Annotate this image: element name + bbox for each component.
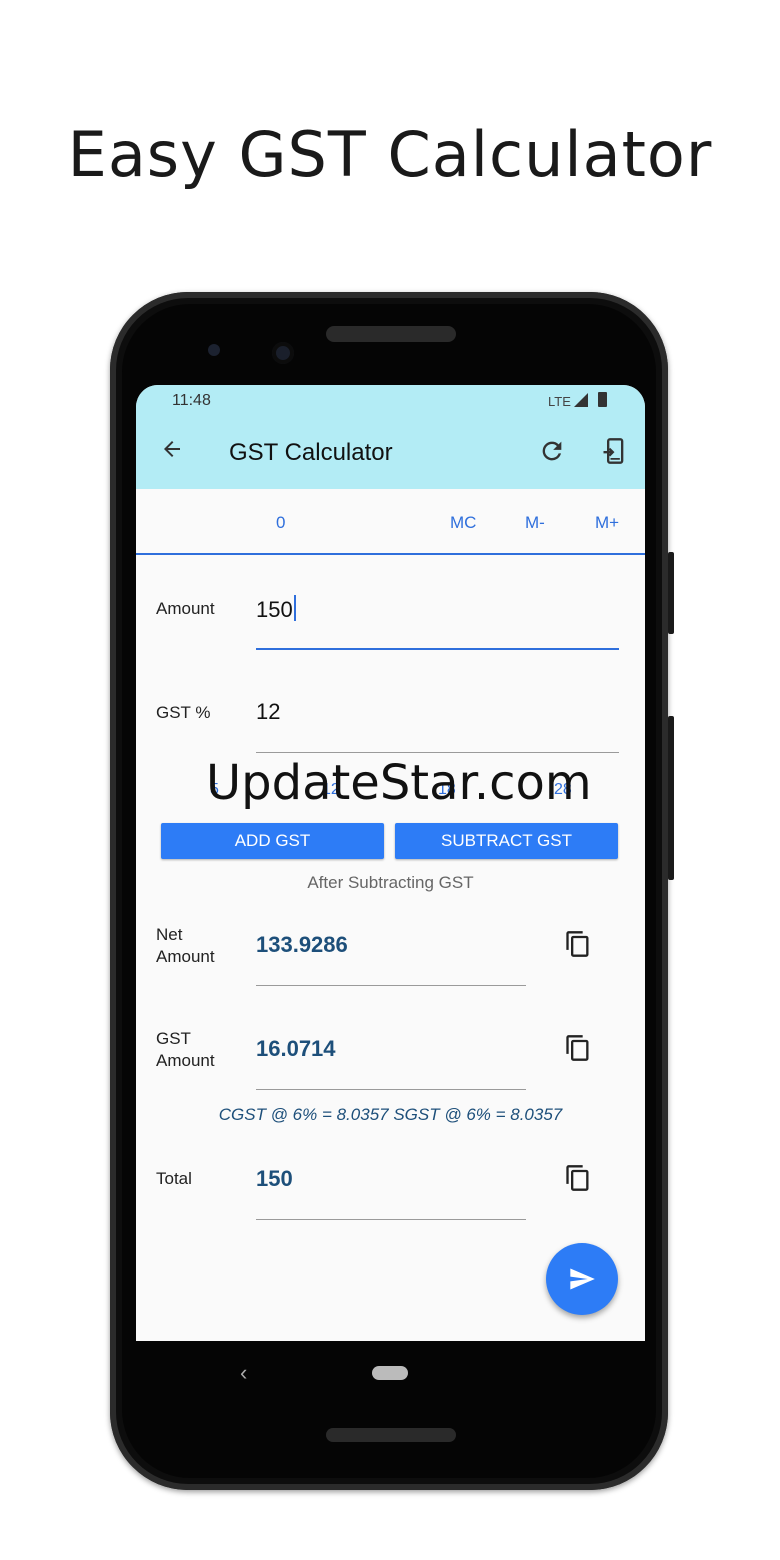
memory-plus-button[interactable]: M+ [595,513,619,533]
amount-underline [256,648,619,650]
watermark: UpdateStar.com [206,755,592,811]
memory-value: 0 [276,513,286,532]
net-label-line2: Amount [156,947,215,966]
gst-amount-value: 16.0714 [256,1036,336,1061]
network-type: LTE [548,394,571,409]
copy-icon[interactable] [564,929,592,959]
total-label: Total [156,1169,192,1188]
memory-minus-button[interactable]: M- [525,513,545,533]
share-icon[interactable] [600,437,628,465]
gst-percent-underline [256,752,619,753]
cgst-sgst-split: CGST @ 6% = 8.0357 SGST @ 6% = 8.0357 [218,1105,563,1124]
mode-text: After Subtracting GST [307,873,474,892]
memory-bar: 0 MC M- M+ [136,489,645,555]
sensor [208,344,220,356]
amount-label: Amount [156,599,215,618]
send-icon [570,1268,595,1290]
headline: Easy GST Calculator [67,118,713,191]
subtract-gst-button[interactable]: SUBTRACT GST [395,823,618,859]
back-arrow-icon[interactable] [160,437,184,466]
gst-label-line2: Amount [156,1051,215,1070]
add-gst-button[interactable]: ADD GST [161,823,384,859]
power-button [668,552,674,634]
memory-clear-button[interactable]: MC [450,513,476,533]
app-bar: 11:48 LTE GST Calculator [136,385,645,489]
gst-amount-label: GST Amount [156,1028,215,1072]
gst-amount-underline [256,1089,526,1090]
copy-icon[interactable] [564,1163,592,1193]
app-title: GST Calculator [229,439,393,466]
bottom-speaker [326,1428,456,1442]
gst-label-line1: GST [156,1029,191,1048]
refresh-icon[interactable] [538,437,566,465]
send-button[interactable] [546,1243,618,1315]
net-amount-underline [256,985,526,986]
net-amount-label: Net Amount [156,924,215,968]
total-value: 150 [256,1166,293,1191]
speaker-grille [326,326,456,342]
total-underline [256,1219,526,1220]
amount-input[interactable]: 150 [256,595,296,623]
nav-home-button[interactable] [372,1366,408,1380]
net-amount-value: 133.9286 [256,932,348,957]
copy-icon[interactable] [564,1033,592,1063]
amount-value: 150 [256,597,293,622]
signal-icon [574,393,588,407]
net-label-line1: Net [156,925,183,944]
text-caret [293,595,296,621]
app-screen: 11:48 LTE GST Calculator 0 MC M- M+ Amou… [136,385,645,1341]
nav-back-icon[interactable]: ‹ [240,1360,247,1386]
gst-percent-input[interactable]: 12 [256,699,280,725]
battery-icon [598,392,607,407]
front-camera [272,342,294,364]
status-time: 11:48 [172,392,211,409]
volume-button [668,716,674,880]
gst-percent-label: GST % [156,703,211,722]
